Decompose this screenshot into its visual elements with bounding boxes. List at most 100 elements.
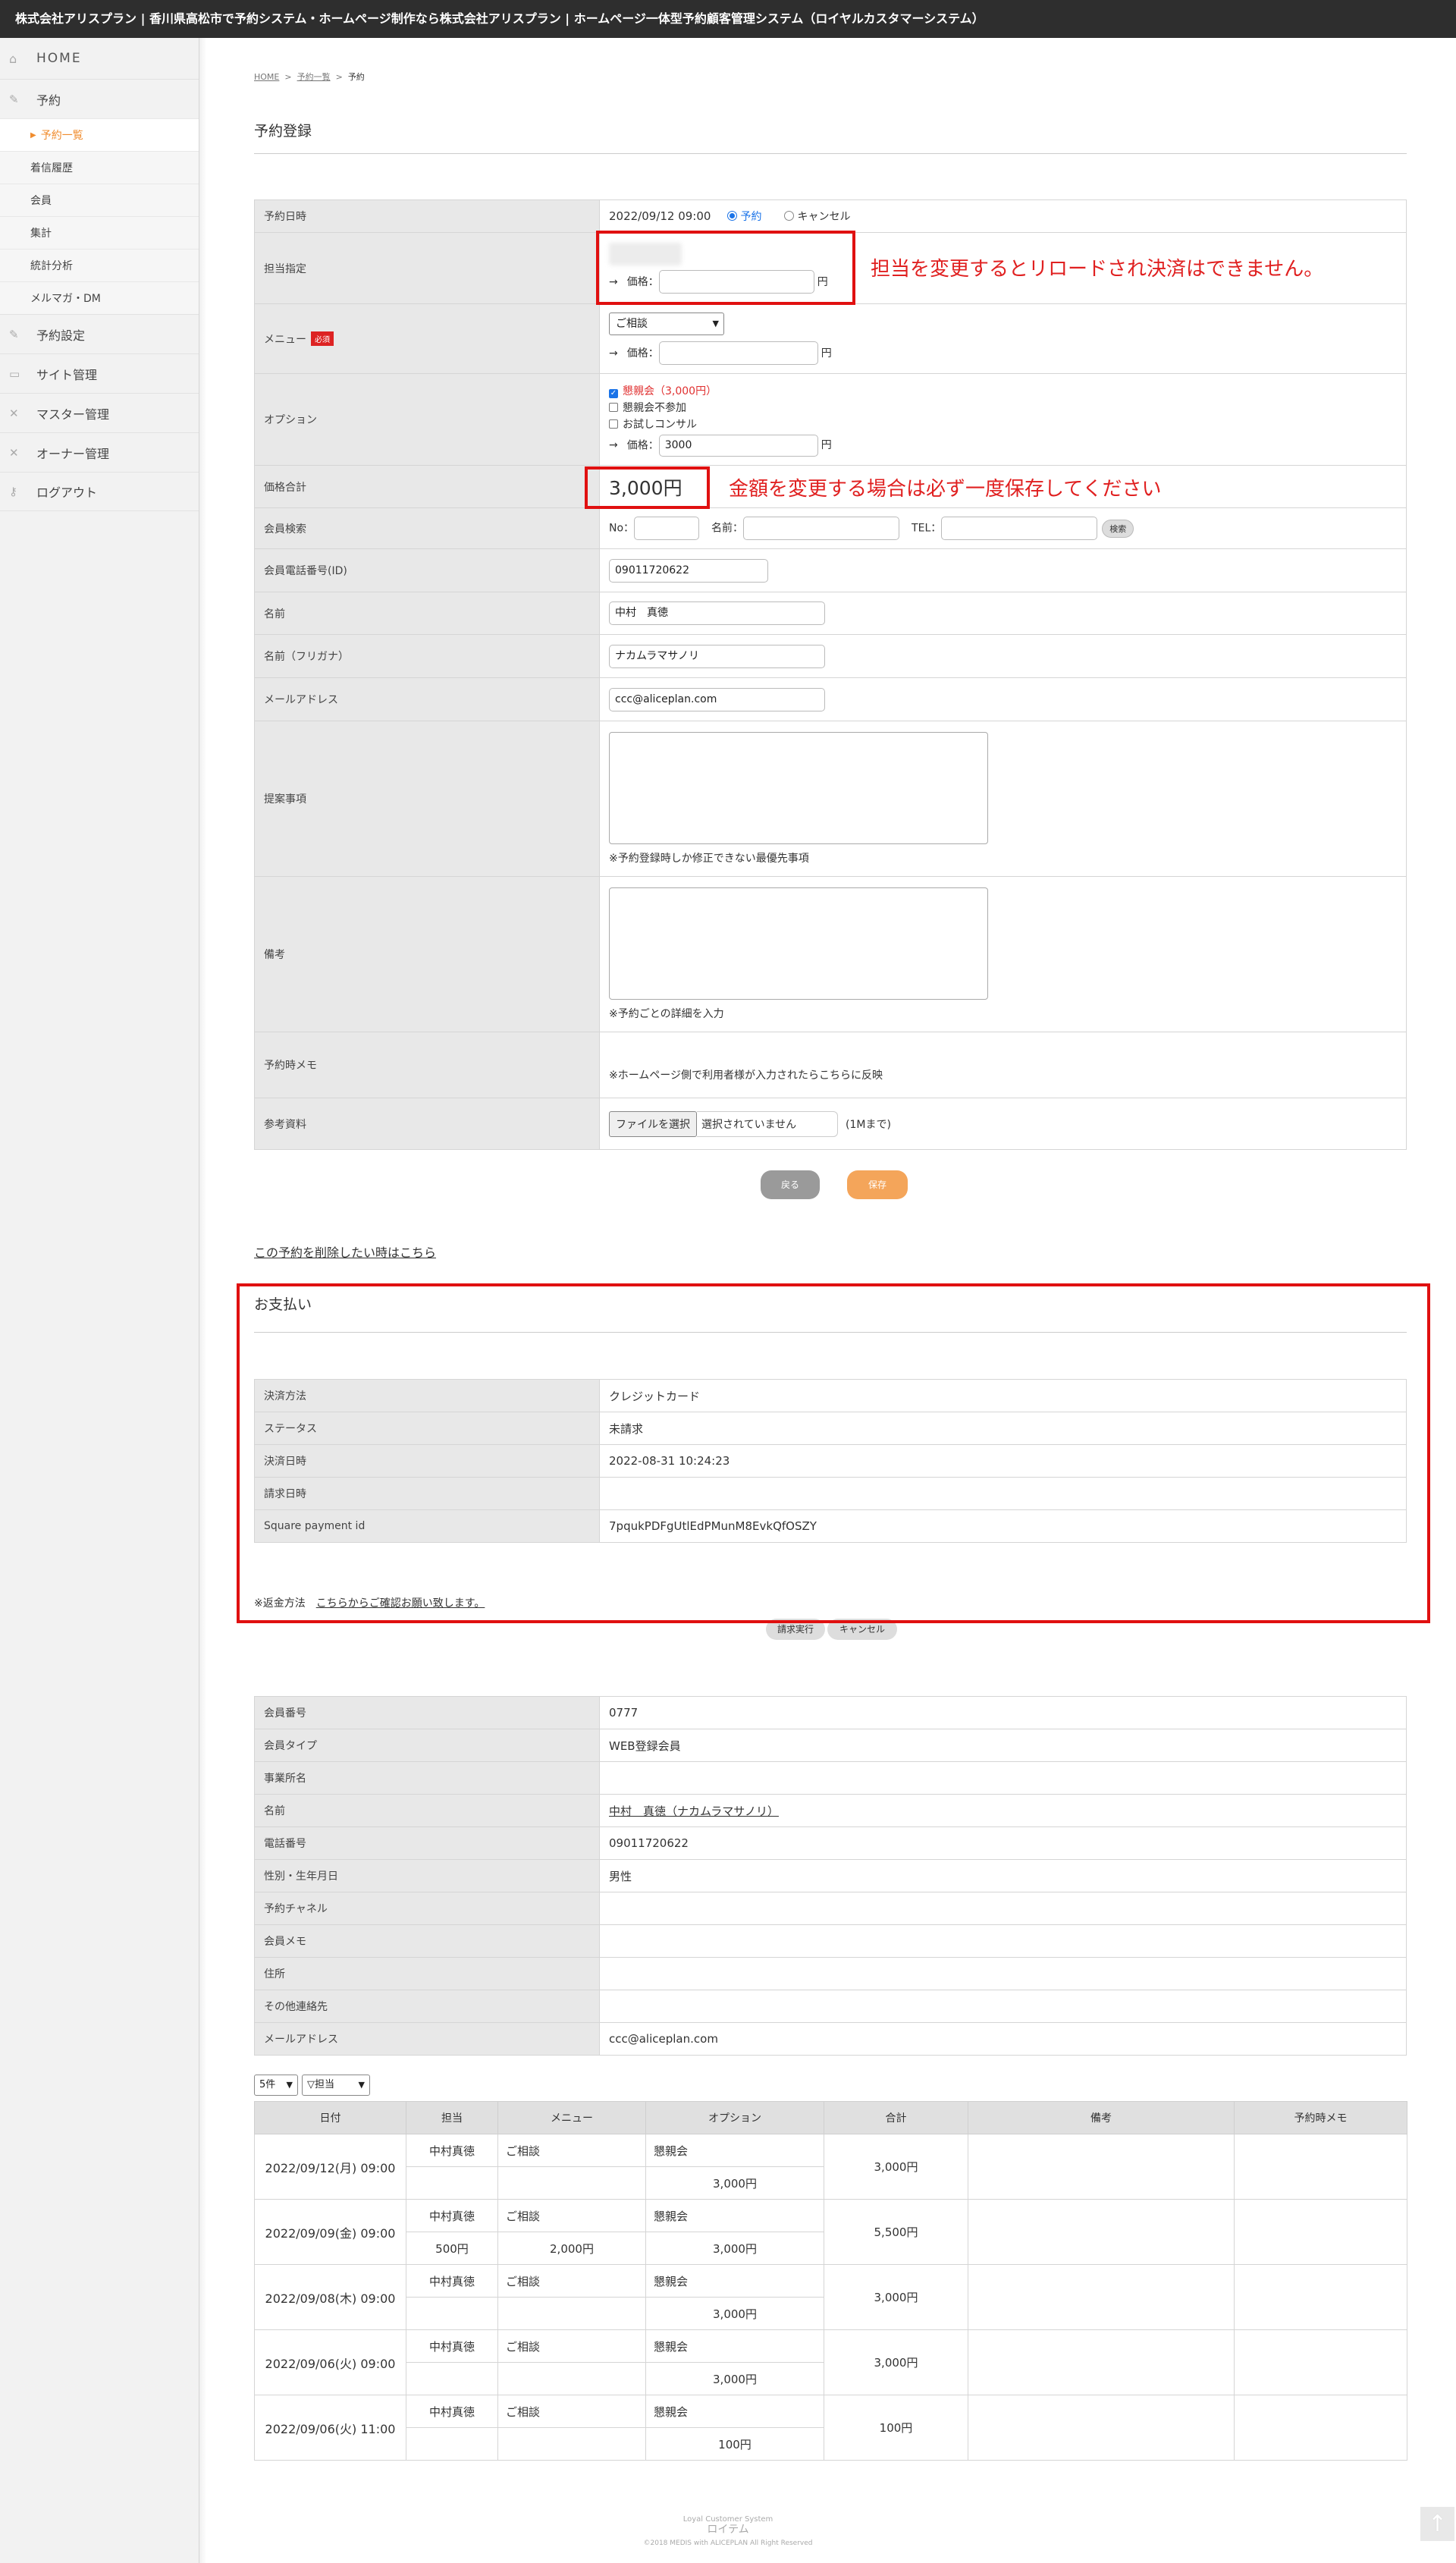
footer-line-2: ロイテム — [707, 2524, 749, 2536]
arrow-up-icon: ↑ — [1427, 2511, 1448, 2537]
required-badge: 必須 — [311, 331, 334, 346]
field-label: 名前 — [254, 592, 600, 635]
sidebar-item-label: メルマガ・DM — [30, 293, 101, 305]
file-select-button[interactable]: ファイルを選択 — [609, 1110, 697, 1137]
member-search-button[interactable]: 検索 — [1102, 519, 1134, 538]
member-name-link[interactable]: 中村 真徳（ナカムラマサノリ） — [609, 1804, 779, 1818]
remarks-textarea[interactable] — [609, 887, 988, 1000]
breadcrumb-home[interactable]: HOME — [254, 72, 279, 82]
sidebar-item-stats[interactable]: 統計分析 — [0, 249, 199, 281]
member-name-input[interactable] — [743, 517, 900, 540]
kana-input[interactable]: ナカムラマサノリ — [609, 644, 825, 668]
site-title: 株式会社アリスプラン | 香川県高松市で予約システム・ホームページ制作なら株式会… — [15, 11, 984, 26]
save-button[interactable]: 保存 — [847, 1170, 908, 1199]
tools-icon: ✕ — [9, 406, 19, 420]
chevron-down-icon: ▼ — [286, 2080, 293, 2090]
option-checkbox-no-party[interactable]: 懇親会不参加 — [609, 400, 1406, 416]
sidebar-item-newsletter[interactable]: メルマガ・DM — [0, 281, 199, 314]
field-label: 担当指定 — [254, 232, 600, 304]
divider — [254, 153, 1407, 154]
sidebar-item-home[interactable]: ⌂ HOME — [0, 38, 199, 79]
sidebar-item-label: サイト管理 — [36, 367, 98, 382]
annotation-box-staff — [596, 231, 855, 305]
member-tel-input[interactable] — [941, 517, 1098, 540]
sidebar-item-reserve-list[interactable]: ▶ 予約一覧 — [0, 118, 199, 151]
option-checkbox-trial[interactable]: お試しコンサル — [609, 416, 1406, 433]
phone-input[interactable]: 09011720622 — [609, 558, 768, 583]
field-label: 参考資料 — [254, 1098, 600, 1150]
status-radio-reserve[interactable]: 予約 — [727, 209, 761, 223]
field-label: 事業所名 — [254, 1761, 600, 1795]
sidebar-item-call-history[interactable]: 着信履歴 — [0, 151, 199, 184]
menu-select[interactable]: ご相談 ▼ — [609, 313, 724, 335]
company-name — [599, 1761, 1407, 1795]
breadcrumb-list[interactable]: 予約一覧 — [297, 72, 331, 82]
breadcrumb: HOME > 予約一覧 > 予約 — [254, 72, 365, 82]
annotation-box-payment — [237, 1283, 1430, 1623]
status-radio-cancel[interactable]: キャンセル — [784, 211, 850, 223]
sidebar-item-reserve[interactable]: ✎ 予約 — [0, 79, 199, 118]
annotation-staff: 担当を変更するとリロードされ決済はできません。 — [871, 258, 1324, 281]
menu-price-input[interactable] — [658, 341, 818, 365]
staff-filter-select[interactable]: ▽担当 ▼ — [302, 2075, 370, 2096]
member-no-input[interactable] — [634, 517, 700, 540]
field-label: 予約チャネル — [254, 1892, 600, 1925]
sidebar-item-label: 予約 — [36, 93, 61, 108]
email-input[interactable]: ccc@aliceplan.com — [609, 687, 825, 711]
sidebar-item-logout[interactable]: ⚷ ログアウト — [0, 472, 199, 511]
arrow-right-icon: → — [609, 347, 618, 360]
name-input[interactable]: 中村 真徳 — [609, 601, 825, 625]
member-gender-birthday: 男性 — [599, 1859, 1407, 1892]
field-label: 性別・生年月日 — [254, 1859, 600, 1892]
sidebar-item-members[interactable]: 会員 — [0, 184, 199, 216]
sidebar-item-totals[interactable]: 集計 — [0, 216, 199, 249]
column-header: 担当 — [406, 2101, 498, 2134]
back-button[interactable]: 戻る — [761, 1170, 820, 1199]
sidebar-item-label: HOME — [36, 51, 82, 66]
member-channel — [599, 1892, 1407, 1925]
field-label: 電話番号 — [254, 1826, 600, 1860]
proposal-note: ※予約登録時しか修正できない最優先事項 — [609, 853, 809, 865]
sidebar-item-label: 着信履歴 — [30, 162, 73, 174]
table-row: 2022/09/06(火) 11:00 中村真徳 ご相談 懇親会 100円 — [254, 2395, 1407, 2461]
triangle-right-icon: ▶ — [30, 130, 36, 140]
field-label: メールアドレス — [254, 2022, 600, 2056]
field-label: 会員タイプ — [254, 1729, 600, 1762]
annotation-total: 金額を変更する場合は必ず一度保存してください — [729, 478, 1162, 501]
sidebar-item-master[interactable]: ✕ マスター管理 — [0, 393, 199, 432]
sidebar-item-label: 統計分析 — [30, 260, 73, 272]
field-label: 価格合計 — [254, 465, 600, 508]
tools-icon: ✕ — [9, 445, 19, 460]
column-header: 日付 — [254, 2101, 406, 2134]
field-label: 予約日時 — [254, 199, 600, 233]
table-row: 2022/09/06(火) 09:00 中村真徳 ご相談 懇親会 3,000円 — [254, 2329, 1407, 2395]
field-label: メニュー 必須 — [254, 303, 600, 374]
file-status: 選択されていません — [697, 1110, 838, 1137]
key-icon: ⚷ — [9, 485, 17, 498]
column-header: 予約時メモ — [1234, 2101, 1407, 2134]
annotation-box-total — [585, 466, 710, 509]
sidebar-item-reserve-settings[interactable]: ✎ 予約設定 — [0, 314, 199, 353]
option-price-input[interactable]: 3000 — [658, 434, 818, 457]
option-checkbox-party[interactable]: ✓ 懇親会（3,000円） — [609, 383, 1406, 400]
history-table: 日付 担当 メニュー オプション 合計 備考 予約時メモ 2022/09/12(月) 09:… — [254, 2101, 1407, 2461]
field-label: 会員番号 — [254, 1696, 600, 1729]
delete-reservation-link[interactable]: この予約を削除したい時はこちら — [254, 1242, 436, 1261]
field-label: 会員検索 — [254, 507, 600, 549]
scroll-top-button[interactable]: ↑ — [1420, 2507, 1454, 2541]
breadcrumb-current: 予約 — [347, 72, 365, 82]
footer-line-3: ©2018 MEDIS with ALICEPLAN All Right Res… — [643, 2539, 813, 2547]
remarks-note: ※予約ごとの詳細を入力 — [609, 1008, 724, 1020]
column-header: 備考 — [968, 2101, 1235, 2134]
proposal-textarea[interactable] — [609, 732, 988, 844]
sidebar-item-label: 会員 — [30, 195, 52, 207]
column-header: オプション — [645, 2101, 824, 2134]
sidebar-item-owner[interactable]: ✕ オーナー管理 — [0, 432, 199, 472]
count-select[interactable]: 5件 ▼ — [254, 2075, 298, 2096]
sidebar-item-site[interactable]: ▭ サイト管理 — [0, 353, 199, 393]
member-no: 0777 — [599, 1696, 1407, 1729]
member-phone: 09011720622 — [599, 1826, 1407, 1860]
field-label: 名前（フリガナ） — [254, 634, 600, 678]
page-title: 予約登録 — [254, 123, 312, 140]
sidebar-item-label: 集計 — [30, 228, 52, 240]
